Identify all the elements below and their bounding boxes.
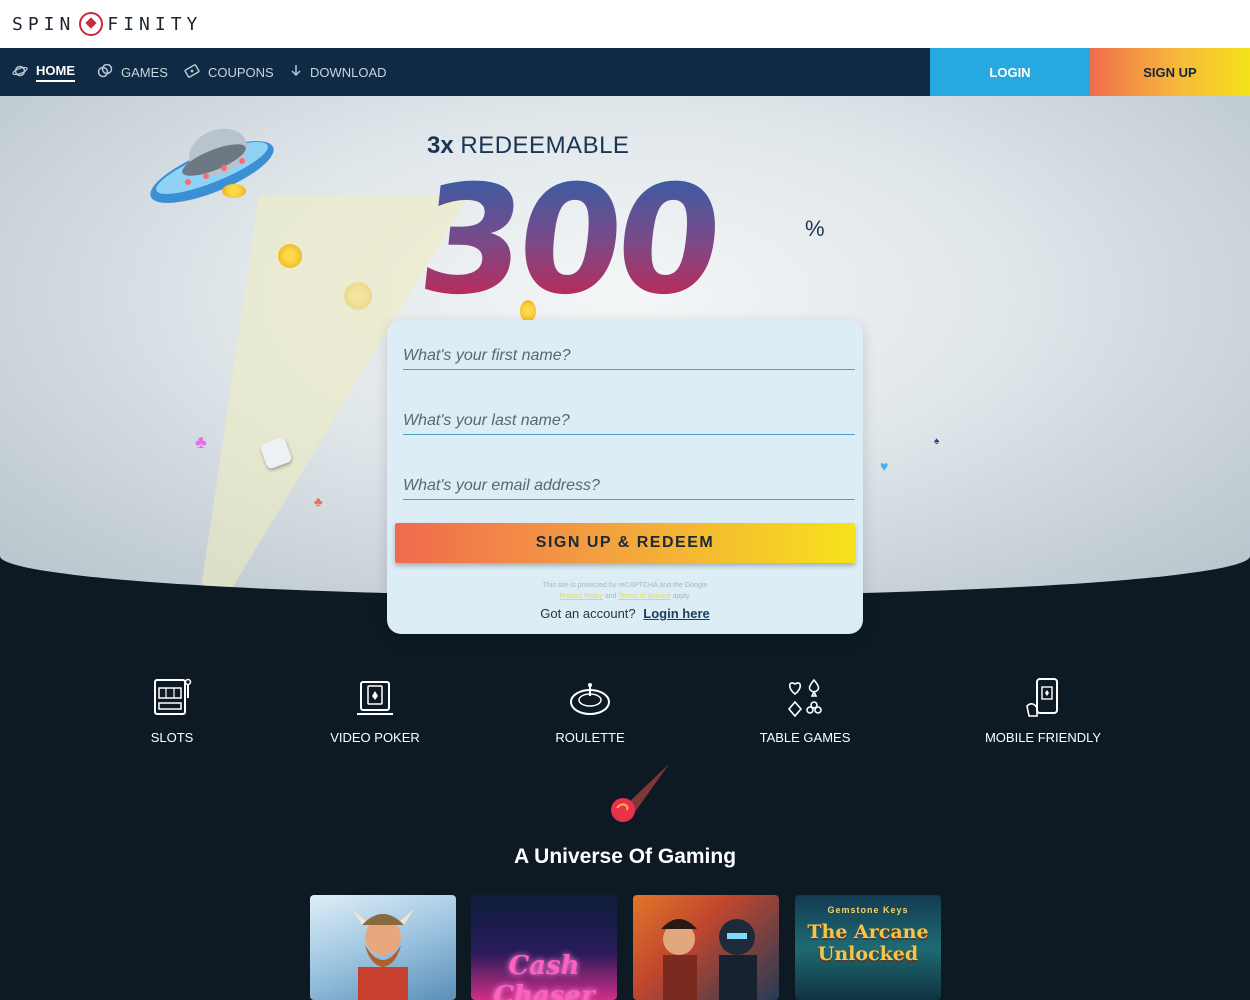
feature-label-mobile-friendly: MOBILE FRIENDLY [984, 730, 1102, 745]
feature-table-games[interactable]: TABLE GAMES [705, 676, 905, 745]
game-tile-arcane-unlocked[interactable]: Gemstone Keys The Arcane Unlocked [795, 895, 941, 1000]
logo-text-left: SPIN [12, 13, 76, 35]
signup-button[interactable]: SIGN UP [1090, 48, 1250, 96]
arcane-title: The Arcane Unlocked [807, 921, 929, 965]
coupon-icon [184, 63, 200, 81]
feature-label-slots: SLOTS [150, 730, 194, 745]
recaptcha-notice: This site is protected by reCAPTCHA and … [387, 580, 863, 602]
slot-machine-icon [154, 678, 192, 715]
email-input[interactable] [403, 472, 855, 500]
feature-label-table-games: TABLE GAMES [759, 730, 851, 745]
percent-sign: % [805, 216, 825, 241]
game-tile-viking[interactable] [310, 895, 456, 1000]
feature-video-poker[interactable]: VIDEO POKER [275, 676, 475, 745]
nav-item-download[interactable]: DOWNLOAD [290, 48, 387, 96]
game-tile-samurai[interactable] [633, 895, 779, 1000]
feature-roulette[interactable]: ROULETTE [490, 676, 690, 745]
download-arrow-icon [290, 64, 302, 81]
feature-slots[interactable]: SLOTS [72, 676, 272, 745]
club-suit-icon: ♣ [195, 432, 207, 452]
coin-icon [222, 184, 246, 198]
legal-text: This site is protected by reCAPTCHA and … [542, 582, 708, 589]
account-prompt: Got an account? Login here [387, 606, 863, 621]
nav-label-coupons: COUPONS [208, 64, 274, 80]
coin-icon [344, 282, 372, 310]
signup-redeem-button[interactable]: SIGN UP & REDEEM [395, 523, 855, 563]
login-here-link[interactable]: Login here [643, 606, 709, 621]
nav-label-download: DOWNLOAD [310, 64, 387, 80]
spade-suit-icon: ♠ [934, 436, 940, 447]
header-bar: SPIN FINITY [0, 0, 1250, 48]
card-suits-icon [787, 678, 822, 718]
nav-label-games: GAMES [121, 64, 168, 80]
bonus-amount: 300 [410, 154, 725, 328]
coin-icon [278, 244, 302, 268]
chips-icon [97, 63, 113, 81]
comet-icon [611, 764, 669, 822]
club-suit-icon: ♣ [314, 494, 323, 509]
ufo-icon [150, 128, 274, 203]
nav-item-home[interactable]: HOME [12, 48, 75, 96]
feature-label-video-poker: VIDEO POKER [330, 730, 420, 745]
video-poker-icon [357, 681, 393, 715]
game-tile-cash-chaser[interactable]: Cash Chaser [471, 895, 617, 1000]
terms-link[interactable]: Terms of Service [618, 593, 670, 600]
spade-logo-icon [79, 12, 104, 36]
planet-icon [12, 64, 28, 81]
brand-logo[interactable]: SPIN FINITY [12, 12, 202, 36]
roulette-icon [570, 683, 610, 715]
first-name-input[interactable] [403, 342, 855, 370]
login-button[interactable]: LOGIN [930, 48, 1090, 96]
nav-item-coupons[interactable]: COUPONS [184, 48, 274, 96]
last-name-input[interactable] [403, 407, 855, 435]
legal-apply: apply. [672, 593, 691, 600]
account-prompt-text: Got an account? [540, 606, 636, 621]
logo-text-right: FINITY [107, 13, 203, 35]
nav-label-home: HOME [36, 63, 75, 82]
cash-chaser-title: Cash Chaser [493, 951, 595, 1000]
legal-and: and [604, 593, 617, 600]
privacy-policy-link[interactable]: Privacy Policy [559, 593, 603, 600]
nav-item-games[interactable]: GAMES [97, 48, 168, 96]
mobile-phone-icon [1026, 678, 1058, 717]
samurai-ninja-image [661, 919, 757, 1000]
section-title: A Universe Of Gaming [513, 845, 737, 868]
arcane-subtitle: Gemstone Keys [827, 905, 909, 915]
viking-character-image [352, 909, 414, 1000]
feature-mobile-friendly[interactable]: MOBILE FRIENDLY [943, 676, 1143, 745]
signup-form: SIGN UP & REDEEM This site is protected … [387, 320, 863, 634]
heart-suit-icon: ♥ [880, 458, 889, 474]
feature-label-roulette: ROULETTE [555, 730, 625, 745]
